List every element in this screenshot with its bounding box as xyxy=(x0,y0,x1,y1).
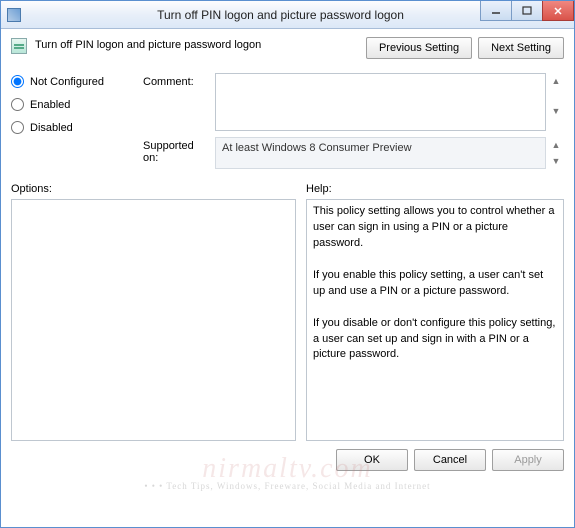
help-label: Help: xyxy=(306,183,564,195)
apply-button[interactable]: Apply xyxy=(492,449,564,471)
comment-spin: ▲ ▼ xyxy=(550,73,564,117)
radio-input[interactable] xyxy=(11,121,24,134)
radio-label: Enabled xyxy=(30,99,70,111)
chevron-up-icon[interactable]: ▲ xyxy=(550,75,562,87)
supported-spin: ▲ ▼ xyxy=(550,137,564,169)
radio-input[interactable] xyxy=(11,98,24,111)
comment-label: Comment: xyxy=(143,73,211,88)
dialog-footer: OK Cancel Apply xyxy=(11,449,564,471)
policy-title: Turn off PIN logon and picture password … xyxy=(35,37,358,51)
state-radio-enabled[interactable]: Enabled xyxy=(11,98,139,111)
radio-input[interactable] xyxy=(11,75,24,88)
chevron-down-icon[interactable]: ▼ xyxy=(550,155,562,167)
policy-icon xyxy=(11,38,27,54)
supported-label: Supported on: xyxy=(143,137,211,164)
radio-label: Not Configured xyxy=(30,76,104,88)
state-radio-disabled[interactable]: Disabled xyxy=(11,121,139,134)
chevron-up-icon[interactable]: ▲ xyxy=(550,139,562,151)
window-controls xyxy=(481,1,574,21)
next-setting-button[interactable]: Next Setting xyxy=(478,37,564,59)
ok-button[interactable]: OK xyxy=(336,449,408,471)
comment-input[interactable] xyxy=(215,73,546,131)
close-button[interactable] xyxy=(542,1,574,21)
minimize-button[interactable] xyxy=(480,1,512,21)
state-radio-not_configured[interactable]: Not Configured xyxy=(11,75,139,88)
previous-setting-button[interactable]: Previous Setting xyxy=(366,37,472,59)
cancel-button[interactable]: Cancel xyxy=(414,449,486,471)
radio-label: Disabled xyxy=(30,122,73,134)
help-panel[interactable]: This policy setting allows you to contro… xyxy=(306,199,564,441)
state-radio-group: Not Configured Enabled Disabled xyxy=(11,73,139,144)
maximize-button[interactable] xyxy=(511,1,543,21)
title-bar: Turn off PIN logon and picture password … xyxy=(1,1,574,29)
options-label: Options: xyxy=(11,183,296,195)
options-panel xyxy=(11,199,296,441)
supported-on-field: At least Windows 8 Consumer Preview xyxy=(215,137,546,169)
chevron-down-icon[interactable]: ▼ xyxy=(550,105,562,117)
